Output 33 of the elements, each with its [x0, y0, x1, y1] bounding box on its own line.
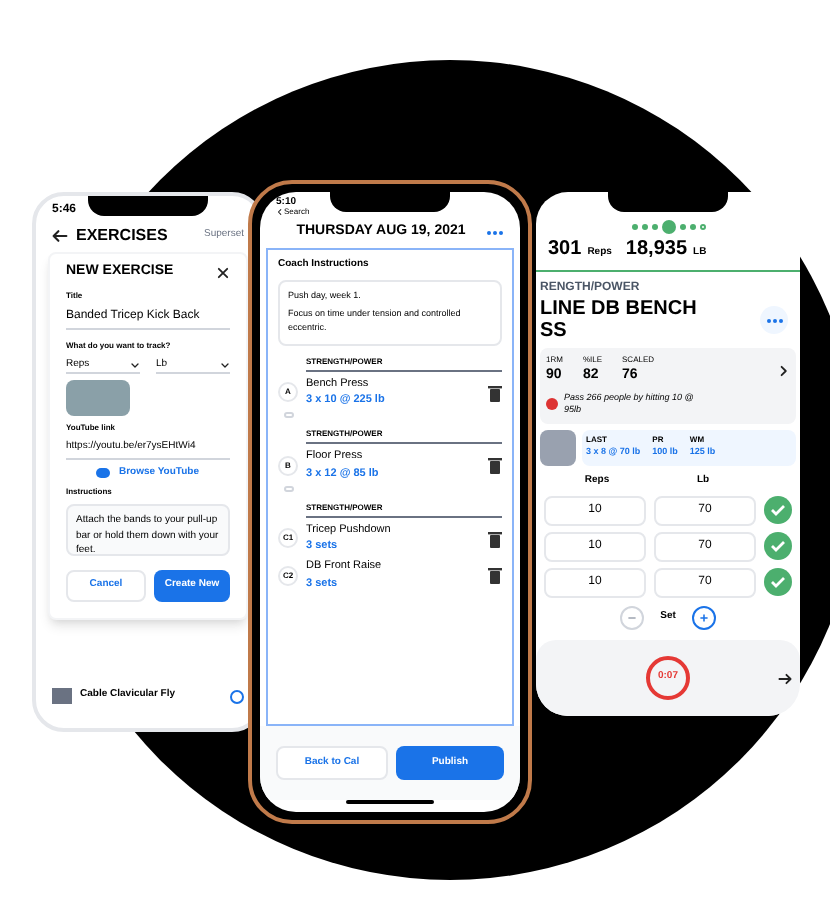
- reps-total: 301: [548, 236, 582, 264]
- more-icon: [765, 317, 783, 323]
- more-icon[interactable]: [486, 229, 504, 235]
- check-icon[interactable]: [764, 532, 792, 560]
- exercise-title: SS: [540, 320, 569, 342]
- exercise-photo-placeholder: [540, 430, 576, 466]
- chevron-right-icon[interactable]: [776, 363, 790, 378]
- phone-notch: [330, 192, 450, 212]
- info-icon[interactable]: [230, 689, 244, 703]
- check-icon[interactable]: [764, 568, 792, 596]
- check-icon[interactable]: [764, 496, 792, 524]
- back-arrow-icon[interactable]: [52, 228, 68, 244]
- minus-icon: [626, 611, 639, 623]
- weight-total: 18,935: [625, 236, 688, 264]
- chevron-down-icon: [130, 359, 140, 370]
- trash-icon[interactable]: [488, 456, 502, 474]
- back-icon: [276, 208, 284, 216]
- more-button[interactable]: [760, 306, 788, 334]
- trash-icon[interactable]: [488, 383, 502, 401]
- home-indicator: [346, 800, 434, 804]
- nav-title: EXERCISES: [76, 224, 168, 248]
- exercise-title: LINE DB BENCH: [540, 298, 699, 320]
- trash-icon[interactable]: [488, 529, 502, 547]
- add-set-button[interactable]: [691, 605, 716, 629]
- next-arrow-icon[interactable]: [778, 671, 792, 685]
- close-icon[interactable]: [216, 265, 230, 280]
- trash-icon[interactable]: [488, 566, 502, 584]
- chevron-down-icon: [220, 359, 230, 370]
- phone-notch: [608, 192, 728, 212]
- phone-notch: [88, 196, 208, 216]
- video-thumbnail-placeholder: [66, 380, 130, 416]
- exercise-thumbnail-placeholder: [52, 688, 72, 704]
- plus-icon: [697, 611, 710, 623]
